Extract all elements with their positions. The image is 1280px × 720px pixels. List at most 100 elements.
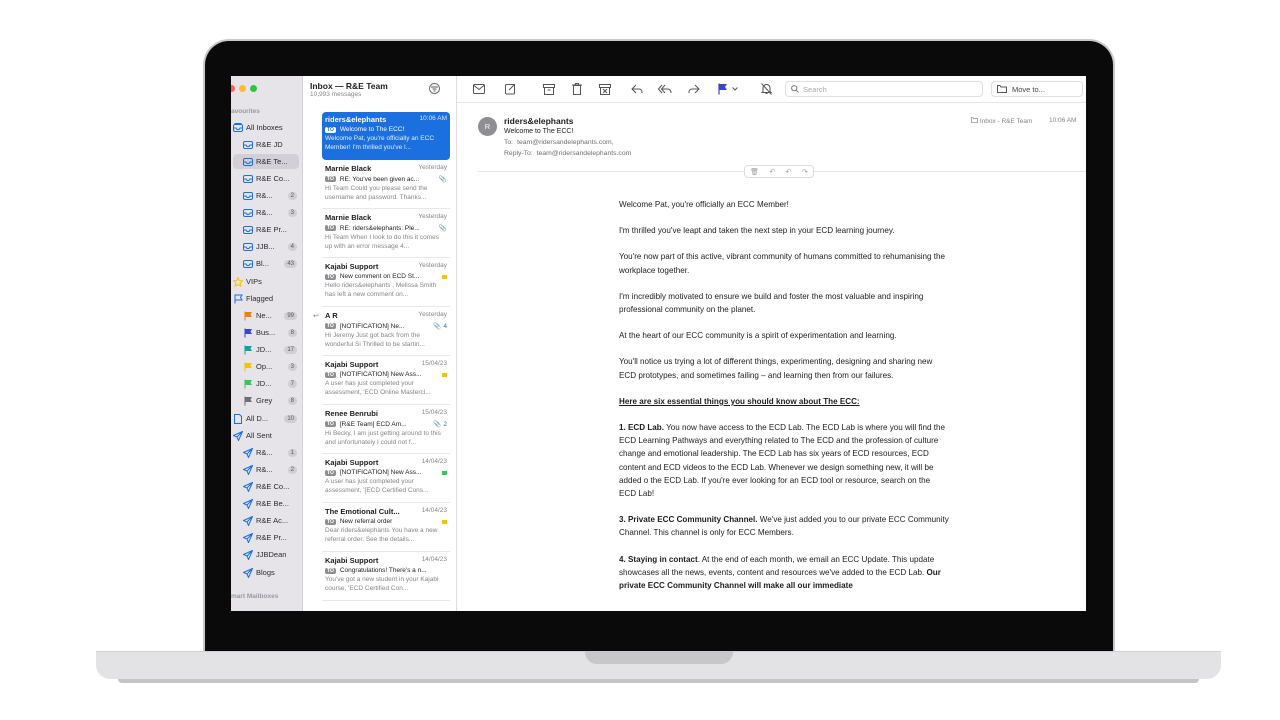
get-mail-icon[interactable] [472,82,486,96]
sidebar-item[interactable]: VIPs [233,274,299,289]
sidebar-item[interactable]: R&... 2 [233,462,299,477]
zoom-window-button[interactable] [250,85,257,92]
thread-count[interactable]: 2 [443,421,447,428]
unread-count-badge: 3 [287,208,297,217]
body-paragraph: I'm thrilled you've leapt and taken the … [619,226,895,236]
reply-to-address[interactable]: team@ridersandelephants.com [537,150,632,157]
flag-icon [233,294,243,304]
sidebar-item[interactable]: Grey 8 [233,393,299,408]
hover-forward-icon[interactable]: ↷ [802,168,808,176]
message-subject: Welcome to The ECC! [504,128,574,135]
search-input[interactable]: Search [785,81,983,97]
thread-count[interactable]: 4 [443,323,447,330]
sidebar-item[interactable]: R&E Co... [233,479,299,494]
sidebar-item[interactable]: Ne... 99 [233,308,299,323]
inbox-icon [243,242,253,252]
sender-name[interactable]: riders&elephants [504,116,573,126]
to-label: To: [504,139,514,146]
star-icon [233,276,243,287]
to-tag: TO [325,371,336,378]
mute-bell-icon[interactable] [759,82,773,96]
paper-plane-icon [243,464,253,475]
sidebar-item[interactable]: All Sent [233,428,299,443]
hover-trash-icon[interactable]: 🗑 [750,168,759,176]
close-window-button[interactable] [231,85,235,92]
sidebar-item[interactable]: R&E Pr... [233,222,299,237]
to-tag: TO [325,421,336,427]
to-tag: TO [325,176,336,182]
paper-plane-icon [243,532,253,543]
junk-icon[interactable] [598,82,612,96]
message-list-item[interactable]: Kajabi Support 14/04/23 TO [NOTIFICATION] N… [322,455,450,503]
archive-icon[interactable] [542,82,556,96]
to-tag: TO [325,225,336,231]
to-tag: TO [325,273,336,280]
sidebar-item[interactable]: All D... 10 [233,411,299,426]
filter-icon[interactable] [429,83,440,94]
sidebar-item-label: R&... [256,465,273,474]
paperclip-icon: 📎 [438,225,447,232]
mailbox-title: Inbox — R&E Team [310,81,388,91]
sidebar-item[interactable]: R&E Ac... [233,513,299,528]
trash-icon[interactable] [570,82,584,96]
item-title: 1. ECD Lab. [619,423,664,433]
sidebar-item[interactable]: R&E JD [233,137,299,152]
sidebar-item[interactable]: JD... 17 [233,342,299,357]
sidebar-item[interactable]: R&... 2 [233,188,299,203]
sidebar-item[interactable]: R&E Te... [233,154,299,169]
paper-plane-icon [243,481,253,492]
message-list-header: Inbox — R&E Team 10,993 messages [310,81,388,98]
sidebar-item-label: Bl... [256,259,269,268]
flag-green-icon [243,379,253,389]
sidebar-item[interactable]: All Inboxes [233,120,299,135]
message-list-item[interactable]: The Emotional Cult... 14/04/23 TO New refer… [322,504,450,552]
sidebar-item[interactable]: Blogs [233,565,299,580]
compose-icon[interactable] [504,82,518,96]
hover-reply-all-icon[interactable]: ↶ [786,168,792,176]
body-paragraph: At the heart of our ECC community is a s… [619,331,897,341]
message-subject: New referral order [339,518,393,525]
body-paragraph: Welcome Pat, you're officially an ECC Me… [619,200,789,209]
message-list-item[interactable]: Renee Benrubi 15/04/23 TO [R&E Team] ECD Am… [322,406,450,454]
sidebar-item[interactable]: JD... 7 [233,376,299,391]
sidebar-item[interactable]: Flagged [233,291,299,306]
laptop-shadow [118,679,1199,683]
message-list-item[interactable]: Kajabi Support Yesterday TO New comment on … [322,259,450,307]
message-list-item[interactable]: riders&elephants 10:06 AM TO Welcome to The… [322,112,450,160]
message-sender: riders&elephants [325,115,387,124]
reply-all-icon[interactable] [658,82,672,96]
message-preview: Hi Team When I look to do this it comes … [325,234,440,250]
message-list-item[interactable]: Kajabi Support 14/04/23 TO Congratulations!… [322,553,450,601]
sidebar-item[interactable]: R&E Co... [233,171,299,186]
reply-icon[interactable] [630,82,644,96]
sidebar-item[interactable]: R&... 1 [233,445,299,460]
sidebar-item-label: R&E Be... [256,499,289,508]
sidebar-item[interactable]: JJBDean [233,547,299,562]
to-address[interactable]: team@ridersandelephants.com, [517,139,613,146]
flag-icon[interactable] [716,82,730,96]
sidebar-item[interactable]: JJB... 4 [233,239,299,254]
message-list-item[interactable]: A R Yesterday TO [NOTIFICATION] Ne... 📎 4 Hi J… [322,308,450,356]
message-list-item[interactable]: Kajabi Support 15/04/23 TO [NOTIFICATION] N… [322,357,450,405]
body-paragraph: You're now part of this active, vibrant … [619,252,946,275]
sidebar-item[interactable]: R&E Pr... [233,530,299,545]
message-list-item[interactable]: Marnie Black Yesterday TO RE: You've been g… [322,161,450,209]
move-to-button[interactable]: Move to... [991,81,1083,97]
paperclip-icon: 📎 [438,176,447,183]
message-list-item[interactable]: Marnie Black Yesterday TO RE: riders&elepha… [322,210,450,258]
minimize-window-button[interactable] [239,85,246,92]
sidebar-item[interactable]: Bl... 43 [233,256,299,271]
folder-icon [971,117,978,123]
message-preview: You've got a new student in your Kajabi … [325,576,439,592]
flag-menu-chevron-down-icon[interactable] [731,82,739,96]
sidebar-item[interactable]: R&... 3 [233,205,299,220]
hover-reply-icon[interactable]: ↶ [769,168,775,176]
sidebar-item[interactable]: Bus... 8 [233,325,299,340]
message-folder[interactable]: Inbox - R&E Team [971,117,1032,125]
message-preview: Hello riders&elephants , Melissa Smith h… [325,282,437,298]
message-sender: Kajabi Support [325,262,379,271]
sidebar-item[interactable]: R&E Be... [233,496,299,511]
sidebar-item[interactable]: Op... 3 [233,359,299,374]
unread-count-badge: 2 [287,191,297,200]
forward-icon[interactable] [687,82,701,96]
